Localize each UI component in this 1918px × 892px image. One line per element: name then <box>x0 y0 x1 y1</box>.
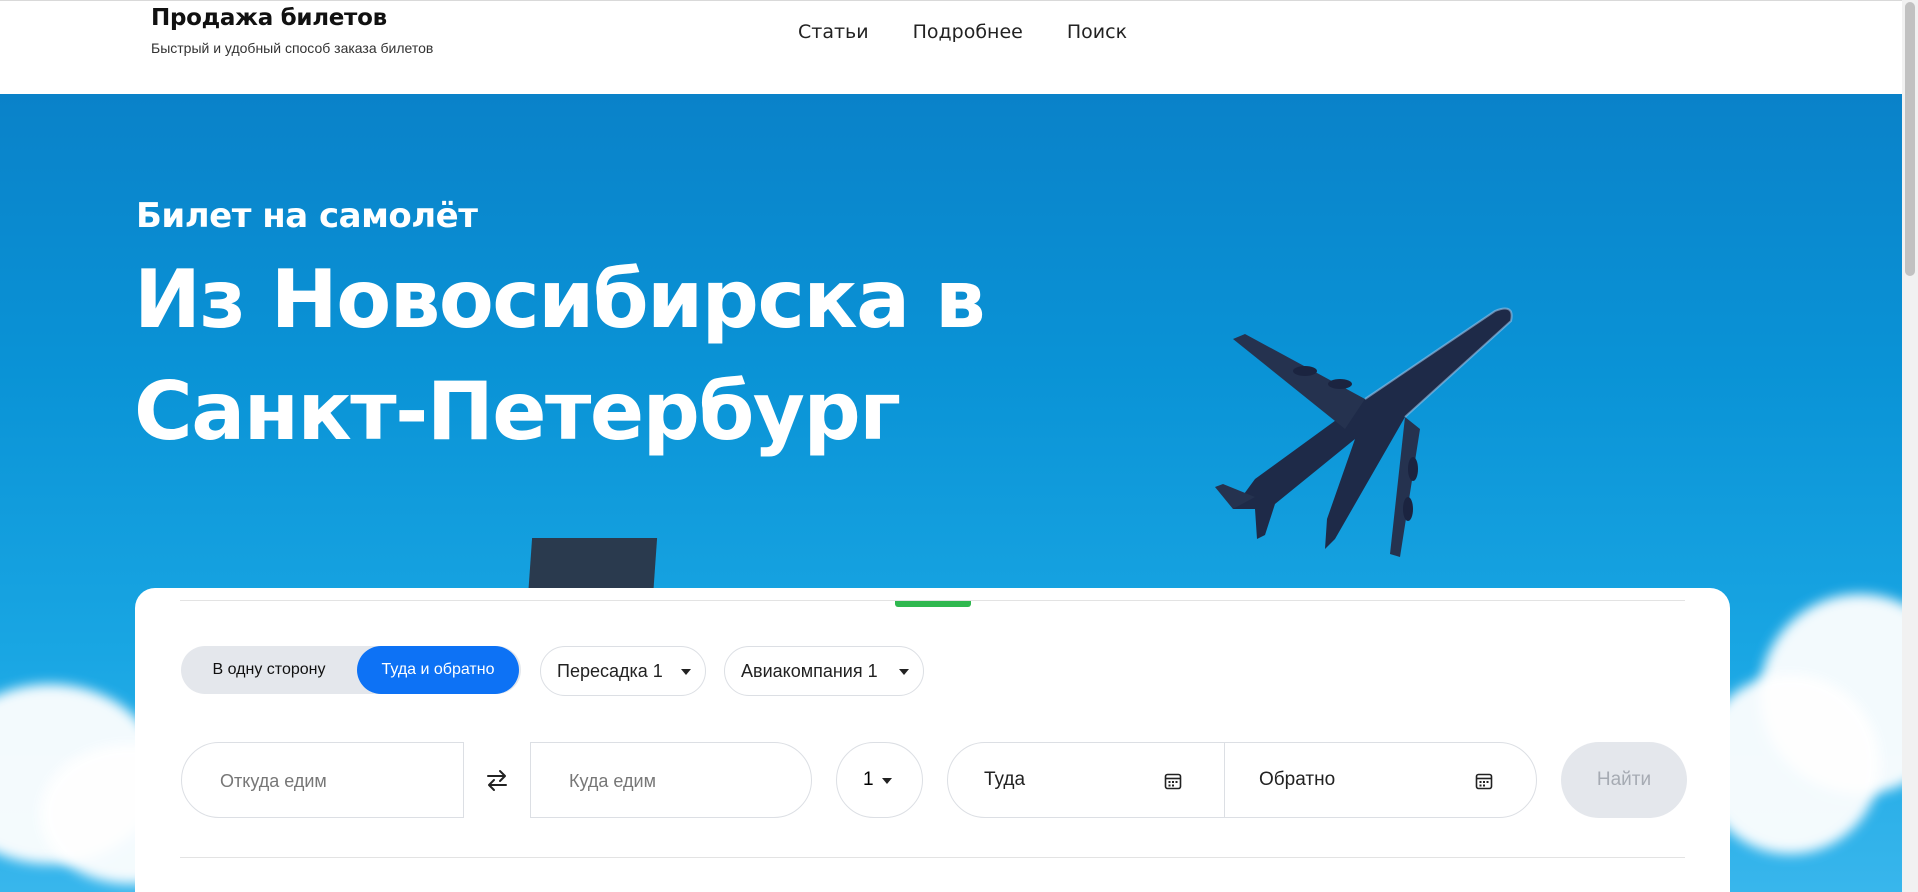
divider-bottom <box>180 857 1685 858</box>
nav-link-articles[interactable]: Статьи <box>798 21 869 43</box>
return-date-label[interactable]: Обратно <box>1259 743 1335 817</box>
search-card: В одну сторону Туда и обратно Пересадка … <box>135 588 1730 892</box>
page-scrollbar[interactable] <box>1902 0 1918 892</box>
to-input[interactable] <box>567 743 771 819</box>
airplane-image <box>1215 307 1513 557</box>
main-nav: Статьи Подробнее Поиск <box>798 21 1127 43</box>
airline-dropdown[interactable]: Авиакомпания 1 <box>724 646 924 696</box>
active-indicator <box>895 601 971 607</box>
passengers-value: 1 <box>863 769 874 790</box>
date-divider <box>1224 743 1225 817</box>
to-field <box>530 742 812 819</box>
search-button[interactable]: Найти <box>1561 742 1687 818</box>
depart-date-label[interactable]: Туда <box>984 743 1025 817</box>
swap-arrows-icon[interactable] <box>482 765 512 795</box>
caret-down-icon <box>899 669 909 675</box>
scrollbar-thumb[interactable] <box>1905 2 1915 276</box>
from-field <box>181 742 464 819</box>
site-header: Продажа билетов Быстрый и удобный способ… <box>0 0 1902 94</box>
calendar-icon[interactable] <box>1475 772 1493 790</box>
hero-headline: Из Новосибирска в Санкт-Петербург <box>134 253 986 458</box>
nav-link-more[interactable]: Подробнее <box>913 21 1023 43</box>
transfer-dropdown-label: Пересадка 1 <box>557 661 663 681</box>
site-title[interactable]: Продажа билетов <box>151 5 387 31</box>
from-input[interactable] <box>218 743 422 819</box>
calendar-icon[interactable] <box>1164 772 1182 790</box>
airline-dropdown-label: Авиакомпания 1 <box>741 661 878 681</box>
caret-down-icon <box>882 778 892 784</box>
hero-kicker: Билет на самолёт <box>136 196 478 236</box>
trip-type-toggle: В одну сторону Туда и обратно <box>181 646 521 694</box>
passengers-dropdown[interactable]: 1 <box>836 742 923 818</box>
page: Продажа билетов Быстрый и удобный способ… <box>0 0 1902 892</box>
caret-down-icon <box>681 669 691 675</box>
dates-field: Туда Обратно <box>947 742 1537 818</box>
round-trip-option[interactable]: Туда и обратно <box>357 646 519 694</box>
site-subtitle: Быстрый и удобный способ заказа билетов <box>151 40 434 56</box>
nav-link-search[interactable]: Поиск <box>1067 21 1127 43</box>
one-way-option[interactable]: В одну сторону <box>181 646 357 694</box>
transfer-dropdown[interactable]: Пересадка 1 <box>540 646 706 696</box>
